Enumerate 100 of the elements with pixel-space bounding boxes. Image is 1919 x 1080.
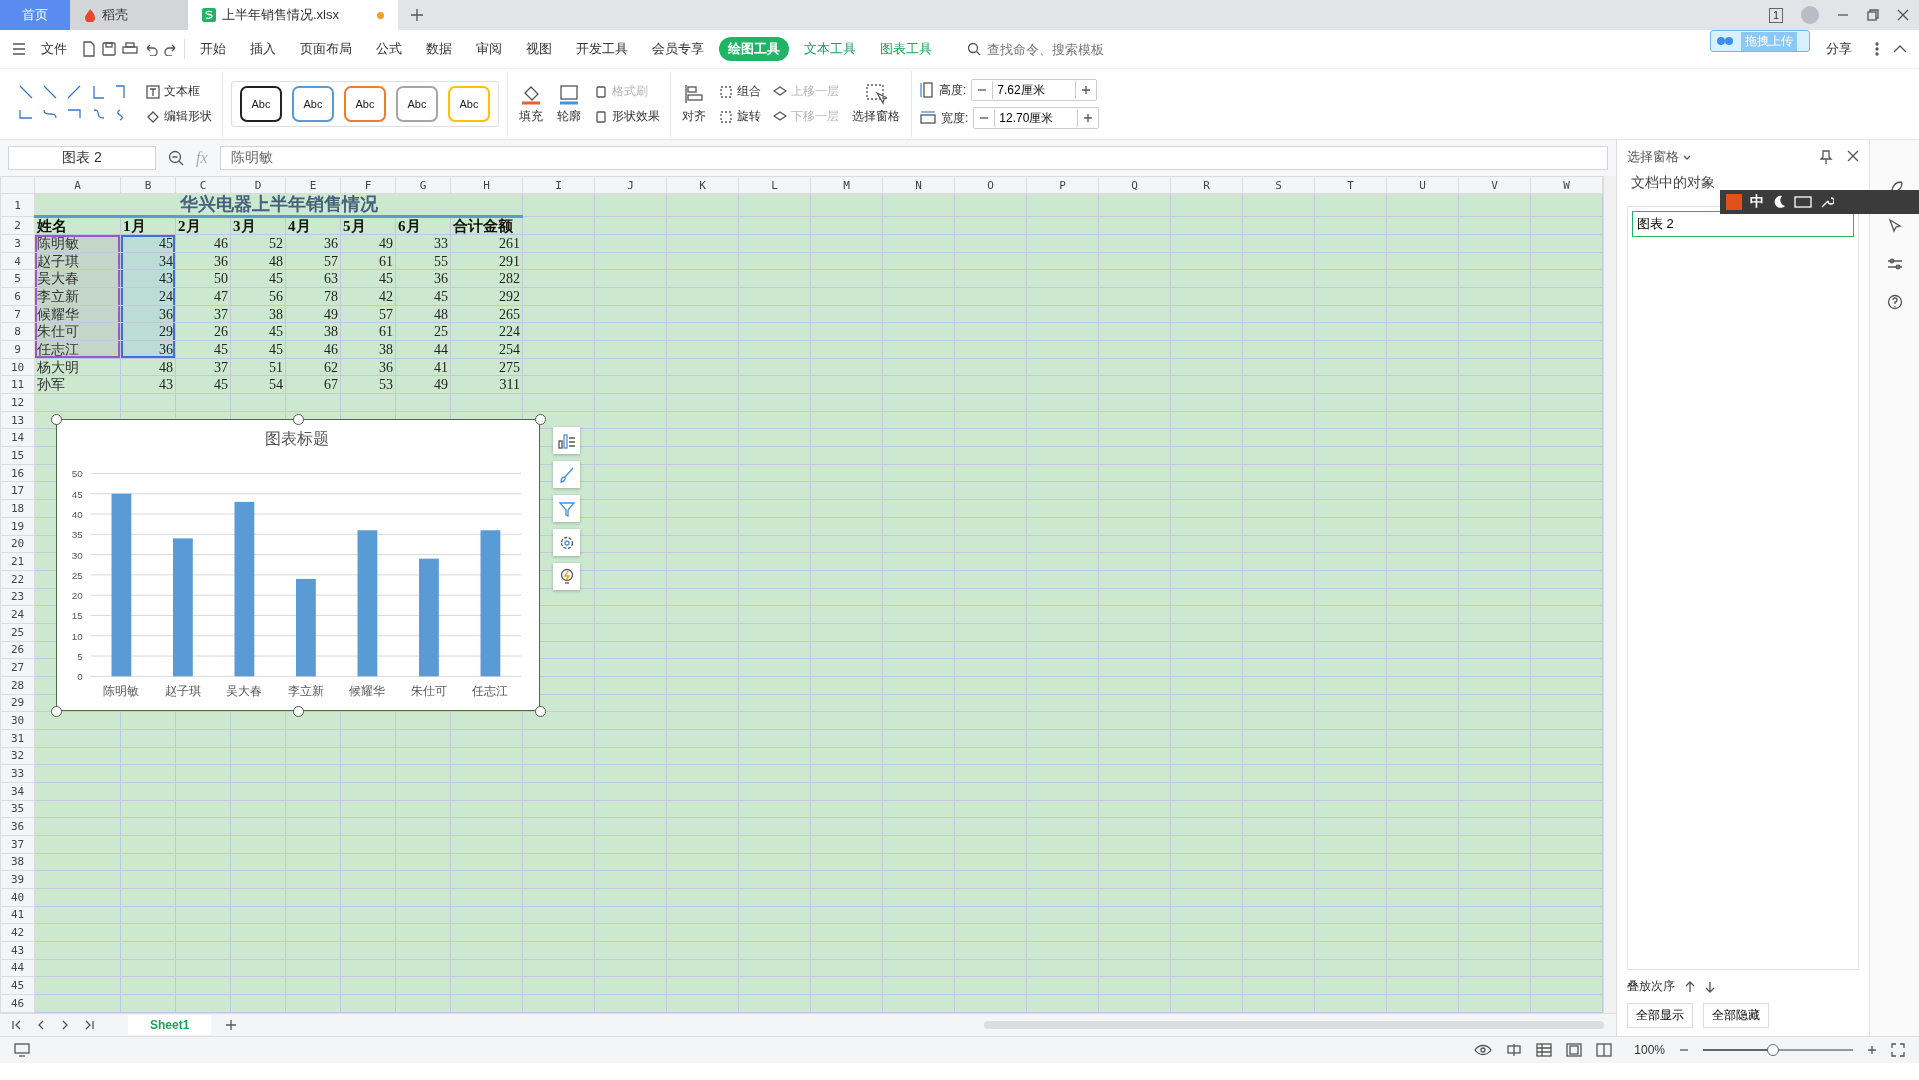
share-button[interactable]: 分享 [1817,37,1861,61]
menu-tab[interactable]: 公式 [367,37,411,61]
column-header[interactable]: T [1314,176,1387,194]
shape-style[interactable]: Abc [292,86,334,122]
column-header[interactable]: F [340,176,396,194]
table-header: 1月 [120,216,176,235]
file-menu[interactable]: 文件 [32,37,76,61]
menu-tab[interactable]: 视图 [517,37,561,61]
text-box-button[interactable]: 文本框 [144,82,214,101]
chart-title: 图表标题 [265,429,330,447]
shape-effects-button[interactable]: 形状效果 [592,107,662,126]
chart-style-button[interactable] [553,461,580,488]
edit-shape-icon [146,109,160,124]
page-break-icon [1596,1043,1613,1057]
column-header[interactable]: R [1170,176,1243,194]
resize-handle[interactable] [51,706,62,717]
edit-shape-button[interactable]: 编辑形状 [144,107,214,126]
table-cell: 56 [230,287,286,306]
table-cell: 78 [285,287,341,306]
column-header[interactable]: U [1386,176,1459,194]
row-header[interactable]: 1 [0,193,35,217]
axis-label: 35 [71,529,83,541]
column-header[interactable]: P [1026,176,1099,194]
size-spinner[interactable]: 12.70厘米 [973,107,1100,129]
column-header[interactable]: K [666,176,739,194]
align-button[interactable]: 对齐 [679,83,709,125]
table-cell: 孙军 [34,375,121,394]
window-count[interactable]: 1 [1768,7,1783,23]
shape-style[interactable]: Abc [396,86,438,122]
table-cell: 36 [285,234,341,253]
table-header: 合计金额 [450,216,523,235]
menu-tab[interactable]: 开发工具 [567,37,637,61]
column-header[interactable]: W [1530,176,1603,194]
chart-elements-button[interactable] [553,427,580,454]
resize-handle[interactable] [293,706,304,717]
selection-pane-button[interactable]: 选择窗格 [849,83,903,125]
column-header[interactable]: V [1458,176,1531,194]
table-cell: 36 [340,358,396,376]
column-header[interactable]: Q [1098,176,1171,194]
table-cell: 36 [395,269,451,288]
axis-label: 赵子琪 [164,684,201,699]
resize-handle[interactable] [293,414,304,425]
column-header[interactable]: B [120,176,176,194]
column-header[interactable]: D [230,176,286,194]
column-header[interactable]: E [285,176,341,194]
hide-all-button[interactable]: 全部隐藏 [1703,1003,1769,1028]
size-spinner[interactable]: 7.62厘米 [971,79,1098,101]
table-cell: 282 [450,269,523,288]
menu-tab[interactable]: 审阅 [467,37,511,61]
more-icon [1875,42,1879,56]
column-header[interactable]: H [450,176,523,194]
shape-style[interactable]: Abc [240,86,282,122]
table-header: 6月 [395,216,451,235]
previous-sheet-icon [36,1020,46,1030]
column-header[interactable]: I [522,176,595,194]
horizontal-scrollbar[interactable] [984,1021,1604,1029]
show-all-button[interactable]: 全部显示 [1627,1003,1693,1028]
column-header[interactable]: N [882,176,955,194]
shape-style[interactable]: Abc [448,86,490,122]
keyboard-icon [1794,196,1812,208]
column-header[interactable]: G [395,176,451,194]
chart[interactable]: 图表标题 0 5 10 15 20 25 30 35 40 45 50 陈明敏 赵子琪 吴大春 李立新 候耀华 朱仕可 任志江 [56,419,540,711]
shape-style[interactable]: Abc [344,86,386,122]
flame-icon [84,8,96,22]
name-box[interactable]: 图表 2 [8,146,156,170]
document-tab[interactable]: 稻壳 [70,0,188,30]
fill-button[interactable]: 填充 [516,83,546,125]
table-cell: 61 [340,252,396,270]
formula-field[interactable]: 陈明敏 [219,146,1608,170]
column-header[interactable]: L [738,176,811,194]
column-header[interactable]: C [175,176,231,194]
zoom-slider[interactable] [1703,1044,1853,1056]
undo-icon [144,42,158,56]
menu-tab[interactable]: 插入 [241,37,285,61]
zoom-level[interactable]: 100% [1634,1043,1665,1057]
resize-handle[interactable] [535,414,546,425]
help-icon [1886,294,1903,310]
chart-tips-button[interactable] [553,563,580,590]
order-label: 叠放次序 [1627,978,1675,995]
column-header[interactable]: S [1242,176,1315,194]
chart-settings-button[interactable] [553,529,580,556]
vertical-scrollbar[interactable] [1603,176,1616,1013]
rotate-button[interactable]: 旋转 [717,107,763,126]
menu-tab[interactable]: 数据 [417,37,461,61]
table-cell: 49 [340,234,396,253]
outline-button[interactable]: 轮廓 [554,83,584,125]
table-cell: 36 [175,252,231,270]
column-header[interactable]: O [954,176,1027,194]
group-button[interactable]: 组合 [717,82,763,101]
document-tab[interactable]: 上半年销售情况.xlsx [188,0,398,30]
column-header[interactable]: M [810,176,883,194]
menu-tab[interactable]: 页面布局 [291,37,361,61]
resize-handle[interactable] [535,706,546,717]
column-header[interactable]: A [34,176,121,194]
menu-tab[interactable]: 会员专享 [643,37,713,61]
input-method-toolbar[interactable]: 中 [1720,190,1919,214]
chart-filter-button[interactable] [553,495,580,522]
column-header[interactable]: J [594,176,667,194]
resize-handle[interactable] [51,414,62,425]
menu-tab[interactable]: 开始 [191,37,235,61]
